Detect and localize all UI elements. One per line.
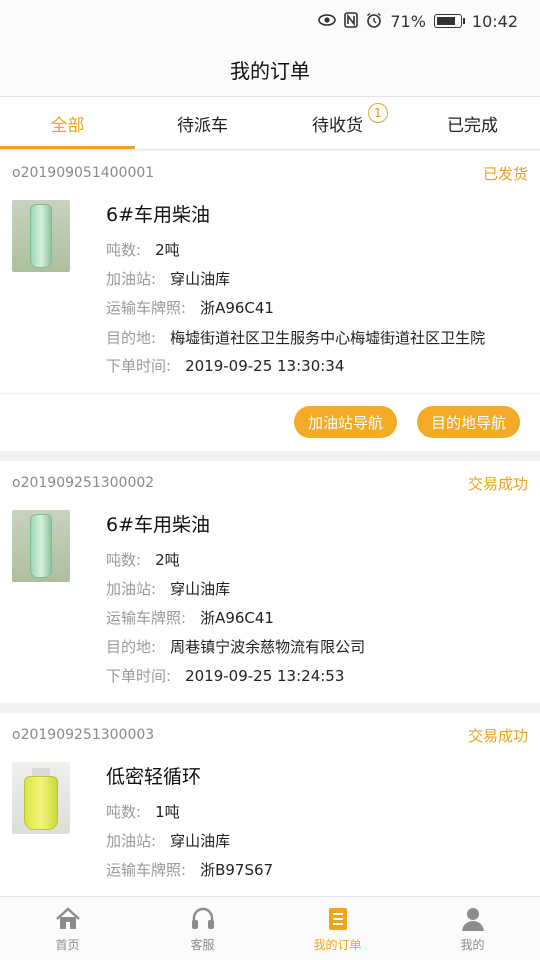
detail-value: 2019-09-25 13:24:53 xyxy=(185,667,345,685)
detail-label: 吨数: xyxy=(106,551,142,569)
order-list-icon xyxy=(328,907,347,930)
detail-label: 加油站: xyxy=(106,270,157,288)
detail-label: 运输车牌照: xyxy=(106,299,187,317)
detail-value: 1吨 xyxy=(155,803,180,821)
detail-row-station: 加油站: 穿山油库 xyxy=(106,265,528,294)
tab-completed[interactable]: 已完成 xyxy=(405,97,540,149)
detail-row-station: 加油站: 穿山油库 xyxy=(106,827,528,856)
detail-label: 加油站: xyxy=(106,580,157,598)
detail-value: 2吨 xyxy=(155,241,180,259)
order-details: 低密轻循环 吨数: 1吨 加油站: 穿山油库 运输车牌照: 浙B97S67 xyxy=(106,762,528,885)
tab-label: 待收货 xyxy=(312,115,363,136)
detail-label: 运输车牌照: xyxy=(106,861,187,879)
tab-pending-dispatch[interactable]: 待派车 xyxy=(135,97,270,149)
page-title: 我的订单 xyxy=(230,58,310,83)
order-details: 6#车用柴油 吨数: 2吨 加油站: 穿山油库 运输车牌照: 浙A96C41 目… xyxy=(106,510,528,691)
order-number: o201909251300003 xyxy=(12,727,155,743)
detail-value: 梅墟街道社区卫生服务中心梅墟街道社区卫生院 xyxy=(170,329,486,347)
nav-my-orders[interactable]: 我的订单 xyxy=(270,897,405,960)
nav-label: 首页 xyxy=(55,937,80,952)
tab-label: 全部 xyxy=(50,115,85,136)
detail-value: 穿山油库 xyxy=(170,580,231,598)
detail-row-station: 加油站: 穿山油库 xyxy=(106,575,528,604)
order-filter-tabs: 全部 待派车 待收货 1 已完成 xyxy=(0,96,540,150)
user-icon xyxy=(461,907,484,931)
headset-icon xyxy=(191,907,214,929)
nav-label: 我的 xyxy=(460,937,485,952)
tab-label: 待派车 xyxy=(177,115,228,136)
order-card[interactable]: o201909051400001 已发货 6#车用柴油 吨数: 2吨 加油站: … xyxy=(0,151,540,451)
battery-icon xyxy=(433,14,465,28)
order-card-header: o201909251300003 交易成功 xyxy=(0,713,540,757)
detail-row-order-time: 下单时间: 2019-09-25 13:24:53 xyxy=(106,662,528,691)
detail-value: 浙A96C41 xyxy=(200,609,274,627)
tab-label: 已完成 xyxy=(447,115,498,136)
detail-label: 吨数: xyxy=(106,803,142,821)
order-list[interactable]: o201909051400001 已发货 6#车用柴油 吨数: 2吨 加油站: … xyxy=(0,151,540,896)
eye-icon xyxy=(318,13,337,30)
detail-value: 2吨 xyxy=(155,551,180,569)
product-name: 6#车用柴油 xyxy=(106,514,211,536)
order-actions: 加油站导航 目的地导航 xyxy=(0,393,540,451)
detail-value: 2019-09-25 13:30:34 xyxy=(185,357,345,375)
order-status: 已发货 xyxy=(482,164,528,183)
order-card-header: o201909251300002 交易成功 xyxy=(0,461,540,505)
detail-row-plate: 运输车牌照: 浙B97S67 xyxy=(106,856,528,885)
detail-value: 浙B97S67 xyxy=(200,861,274,879)
detail-value: 穿山油库 xyxy=(170,832,231,850)
detail-row-plate: 运输车牌照: 浙A96C41 xyxy=(106,294,528,323)
detail-row-tonnage: 吨数: 1吨 xyxy=(106,798,528,827)
detail-label: 吨数: xyxy=(106,241,142,259)
order-card-body: 低密轻循环 吨数: 1吨 加油站: 穿山油库 运输车牌照: 浙B97S67 xyxy=(0,757,540,896)
detail-row-tonnage: 吨数: 2吨 xyxy=(106,236,528,265)
battery-percent: 71% xyxy=(390,11,426,31)
status-bar: 71% 10:42 xyxy=(0,0,540,42)
order-details: 6#车用柴油 吨数: 2吨 加油站: 穿山油库 运输车牌照: 浙A96C41 目… xyxy=(106,200,528,381)
detail-value: 穿山油库 xyxy=(170,270,231,288)
bottom-navigation: 首页 客服 我的订单 我的 xyxy=(0,896,540,960)
order-number: o201909051400001 xyxy=(12,165,155,181)
tab-pending-receipt[interactable]: 待收货 1 xyxy=(270,97,405,149)
station-navigation-button[interactable]: 加油站导航 xyxy=(293,406,397,438)
detail-row-tonnage: 吨数: 2吨 xyxy=(106,546,528,575)
detail-label: 加油站: xyxy=(106,832,157,850)
product-image xyxy=(12,510,70,582)
nav-profile[interactable]: 我的 xyxy=(405,897,540,960)
alarm-icon xyxy=(366,12,382,31)
clock-time: 10:42 xyxy=(471,11,518,31)
nav-home[interactable]: 首页 xyxy=(0,897,135,960)
product-image xyxy=(12,200,70,272)
detail-row-destination: 目的地: 梅墟街道社区卫生服务中心梅墟街道社区卫生院 xyxy=(106,323,528,352)
order-card[interactable]: o201909251300003 交易成功 低密轻循环 吨数: 1吨 加油站: … xyxy=(0,713,540,896)
home-icon xyxy=(55,906,80,929)
product-name: 低密轻循环 xyxy=(106,766,202,788)
count-badge: 1 xyxy=(368,103,388,123)
order-status: 交易成功 xyxy=(467,474,528,493)
tab-all[interactable]: 全部 xyxy=(0,97,135,149)
detail-value: 周巷镇宁波余慈物流有限公司 xyxy=(170,638,366,656)
nav-label: 客服 xyxy=(190,937,215,952)
detail-label: 目的地: xyxy=(106,329,157,347)
detail-row-destination: 目的地: 周巷镇宁波余慈物流有限公司 xyxy=(106,633,528,662)
order-card-body: 6#车用柴油 吨数: 2吨 加油站: 穿山油库 运输车牌照: 浙A96C41 目… xyxy=(0,505,540,703)
page-title-bar: 我的订单 xyxy=(0,42,540,96)
detail-label: 下单时间: xyxy=(106,357,172,375)
detail-label: 目的地: xyxy=(106,638,157,656)
destination-navigation-button[interactable]: 目的地导航 xyxy=(416,406,520,438)
detail-label: 运输车牌照: xyxy=(106,609,187,627)
order-card[interactable]: o201909251300002 交易成功 6#车用柴油 吨数: 2吨 加油站:… xyxy=(0,461,540,703)
product-name: 6#车用柴油 xyxy=(106,204,211,226)
order-card-body: 6#车用柴油 吨数: 2吨 加油站: 穿山油库 运输车牌照: 浙A96C41 目… xyxy=(0,195,540,393)
order-card-header: o201909051400001 已发货 xyxy=(0,151,540,195)
product-image xyxy=(12,762,70,834)
detail-value: 浙A96C41 xyxy=(200,299,274,317)
detail-row-plate: 运输车牌照: 浙A96C41 xyxy=(106,604,528,633)
nfc-icon xyxy=(344,11,359,31)
order-number: o201909251300002 xyxy=(12,475,155,491)
order-status: 交易成功 xyxy=(467,726,528,745)
nav-customer-service[interactable]: 客服 xyxy=(135,897,270,960)
nav-label: 我的订单 xyxy=(313,937,362,952)
detail-row-order-time: 下单时间: 2019-09-25 13:30:34 xyxy=(106,352,528,381)
detail-label: 下单时间: xyxy=(106,667,172,685)
